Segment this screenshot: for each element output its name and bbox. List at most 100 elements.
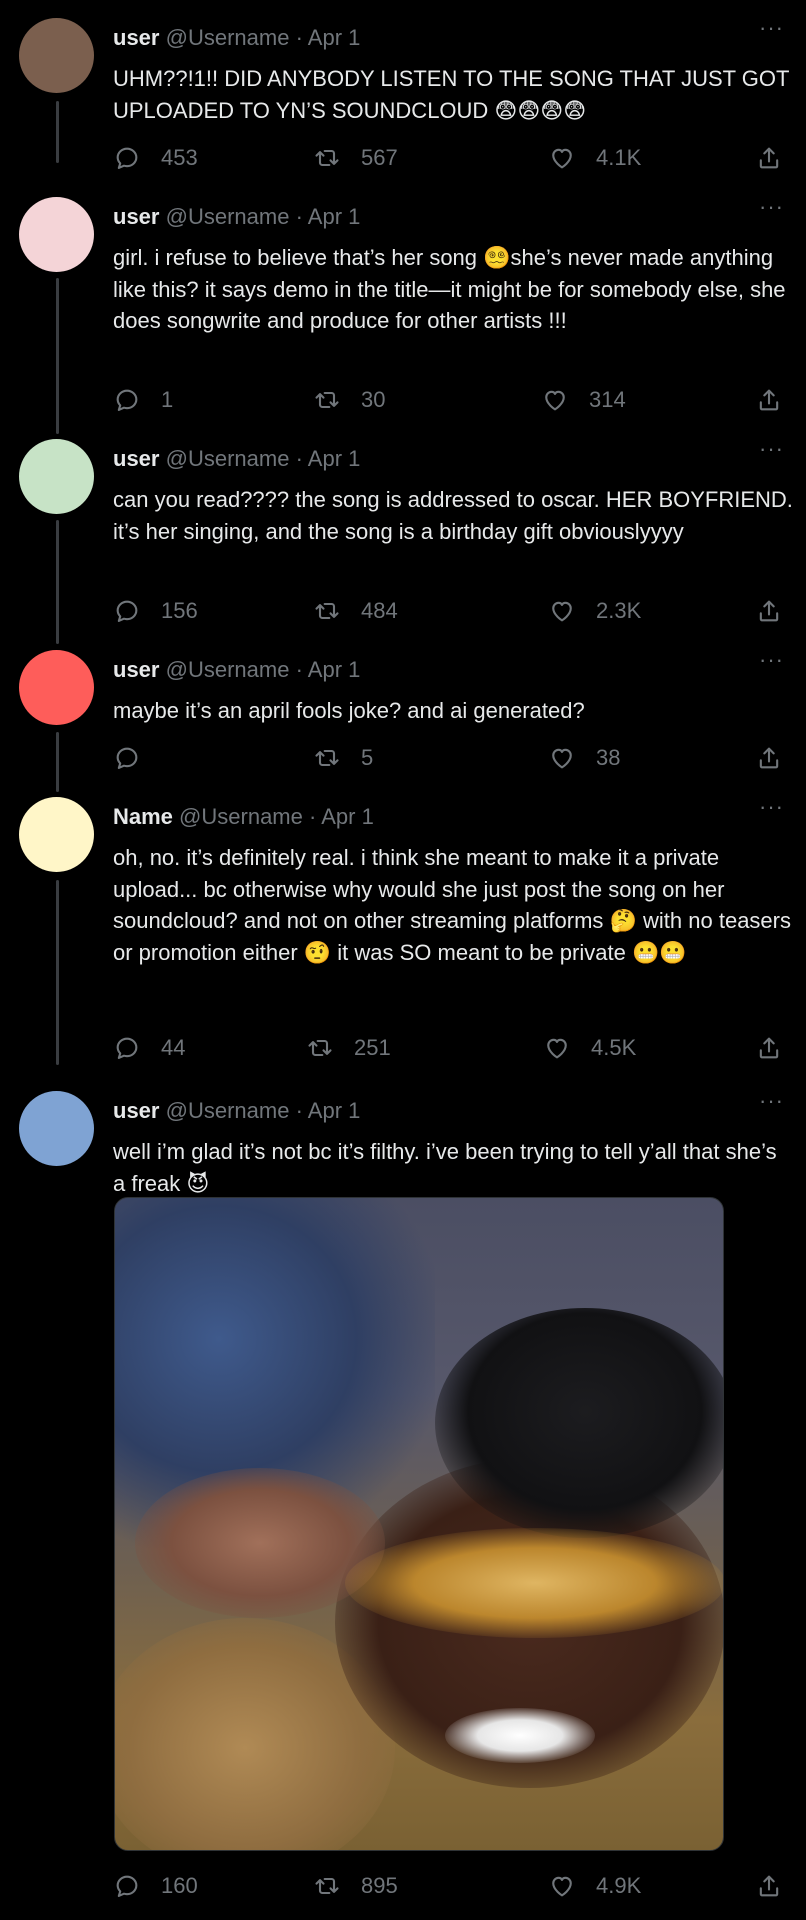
share-icon <box>759 389 779 411</box>
tweet[interactable]: user @Username · Apr 1 ··· girl. i refus… <box>0 179 806 419</box>
like-count: 4.5K <box>591 1035 637 1060</box>
retweet-icon <box>308 1039 332 1057</box>
avatar[interactable] <box>19 1091 94 1166</box>
retweet-button[interactable]: 5 <box>313 742 373 774</box>
share-button[interactable] <box>755 142 783 174</box>
more-dots-icon[interactable]: ··· <box>759 196 784 218</box>
tweet-actions: 1 30 314 <box>113 384 783 416</box>
username-handle[interactable]: @Username <box>179 804 303 829</box>
share-button[interactable] <box>755 742 783 774</box>
tweet-text: girl. i refuse to believe that’s her son… <box>113 245 792 333</box>
like-button[interactable]: 4.9K <box>548 1870 641 1902</box>
display-name[interactable]: user <box>113 657 159 682</box>
tweet-text: maybe it’s an april fools joke? and ai g… <box>113 698 585 723</box>
tweet-header: Name @Username · Apr 1 <box>113 803 374 831</box>
reply-button[interactable]: 160 <box>113 1870 198 1902</box>
like-button[interactable]: 4.1K <box>548 142 641 174</box>
like-button[interactable]: 4.5K <box>543 1032 636 1064</box>
heart-icon <box>552 148 572 169</box>
media-shape <box>345 1528 723 1638</box>
retweet-button[interactable]: 895 <box>313 1870 398 1902</box>
share-button[interactable] <box>755 384 783 416</box>
tweet-date[interactable]: Apr 1 <box>308 446 361 471</box>
tweet[interactable]: Name @Username · Apr 1 ··· oh, no. it’s … <box>0 779 806 1069</box>
like-button[interactable]: 2.3K <box>548 595 641 627</box>
tweet-text: oh, no. it’s definitely real. i think sh… <box>113 845 798 965</box>
more-dots-icon[interactable]: ··· <box>759 1090 784 1112</box>
reply-button[interactable] <box>113 742 161 774</box>
username-handle[interactable]: @Username <box>166 446 290 471</box>
avatar[interactable] <box>19 197 94 272</box>
tweet-actions: 156 484 2.3K <box>113 595 783 627</box>
tweet-date[interactable]: Apr 1 <box>308 1098 361 1123</box>
display-name[interactable]: Name <box>113 804 173 829</box>
avatar[interactable] <box>19 439 94 514</box>
retweet-count: 895 <box>361 1873 398 1898</box>
display-name[interactable]: user <box>113 1098 159 1123</box>
tweet-text: well i’m glad it’s not bc it’s filthy. i… <box>113 1139 783 1196</box>
share-icon <box>759 1875 779 1897</box>
share-icon <box>759 747 779 769</box>
reply-button[interactable]: 453 <box>113 142 198 174</box>
display-name[interactable]: user <box>113 204 159 229</box>
more-dots-icon[interactable]: ··· <box>759 649 784 671</box>
retweet-icon <box>315 749 339 767</box>
media-shape <box>135 1468 385 1618</box>
tweet[interactable]: user @Username · Apr 1 ··· UHM??!1!! DID… <box>0 0 806 190</box>
like-count: 314 <box>589 387 626 412</box>
username-handle[interactable]: @Username <box>166 204 290 229</box>
retweet-button[interactable]: 567 <box>313 142 398 174</box>
tweet[interactable]: user @Username · Apr 1 ··· maybe it’s an… <box>0 632 806 782</box>
like-count: 38 <box>596 745 621 770</box>
tweet-date[interactable]: Apr 1 <box>308 25 361 50</box>
retweet-button[interactable]: 30 <box>313 384 385 416</box>
heart-icon <box>545 390 565 411</box>
tweet-actions: 453 567 4.1K <box>113 142 783 174</box>
reply-count: 453 <box>161 145 198 170</box>
like-count: 2.3K <box>596 598 642 623</box>
tweet-date[interactable]: Apr 1 <box>308 657 361 682</box>
tweet-media-image[interactable] <box>114 1197 724 1851</box>
username-handle[interactable]: @Username <box>166 1098 290 1123</box>
share-icon <box>759 147 779 169</box>
share-button[interactable] <box>755 1870 783 1902</box>
avatar[interactable] <box>19 650 94 725</box>
display-name[interactable]: user <box>113 446 159 471</box>
tweet-date[interactable]: Apr 1 <box>321 804 374 829</box>
avatar[interactable] <box>19 797 94 872</box>
reply-icon <box>116 147 138 169</box>
tweet-actions: 44 251 4.5K <box>113 1032 783 1064</box>
reply-count: 156 <box>161 598 198 623</box>
retweet-button[interactable]: 484 <box>313 595 398 627</box>
username-handle[interactable]: @Username <box>166 657 290 682</box>
more-dots-icon[interactable]: ··· <box>759 796 784 818</box>
tweet[interactable]: user @Username · Apr 1 ··· can you read?… <box>0 421 806 631</box>
share-button[interactable] <box>755 595 783 627</box>
share-icon <box>759 1037 779 1059</box>
like-count: 4.9K <box>596 1873 642 1898</box>
reply-icon <box>116 600 138 622</box>
share-button[interactable] <box>755 1032 783 1064</box>
reply-button[interactable]: 156 <box>113 595 198 627</box>
heart-icon <box>547 1038 567 1059</box>
reply-icon <box>116 389 138 411</box>
reply-button[interactable]: 44 <box>113 1032 185 1064</box>
reply-count: 44 <box>161 1035 186 1060</box>
like-button[interactable]: 314 <box>541 384 626 416</box>
retweet-count: 567 <box>361 145 398 170</box>
tweet-header: user @Username · Apr 1 <box>113 1097 360 1125</box>
username-handle[interactable]: @Username <box>166 25 290 50</box>
like-count: 4.1K <box>596 145 642 170</box>
reply-count: 160 <box>161 1873 198 1898</box>
retweet-count: 30 <box>361 387 386 412</box>
like-button[interactable]: 38 <box>548 742 620 774</box>
more-dots-icon[interactable]: ··· <box>759 17 784 39</box>
retweet-button[interactable]: 251 <box>306 1032 391 1064</box>
heart-icon <box>552 601 572 622</box>
dot-separator: · <box>295 446 303 471</box>
reply-button[interactable]: 1 <box>113 384 173 416</box>
more-dots-icon[interactable]: ··· <box>759 438 784 460</box>
display-name[interactable]: user <box>113 25 159 50</box>
tweet-date[interactable]: Apr 1 <box>308 204 361 229</box>
avatar[interactable] <box>19 18 94 93</box>
